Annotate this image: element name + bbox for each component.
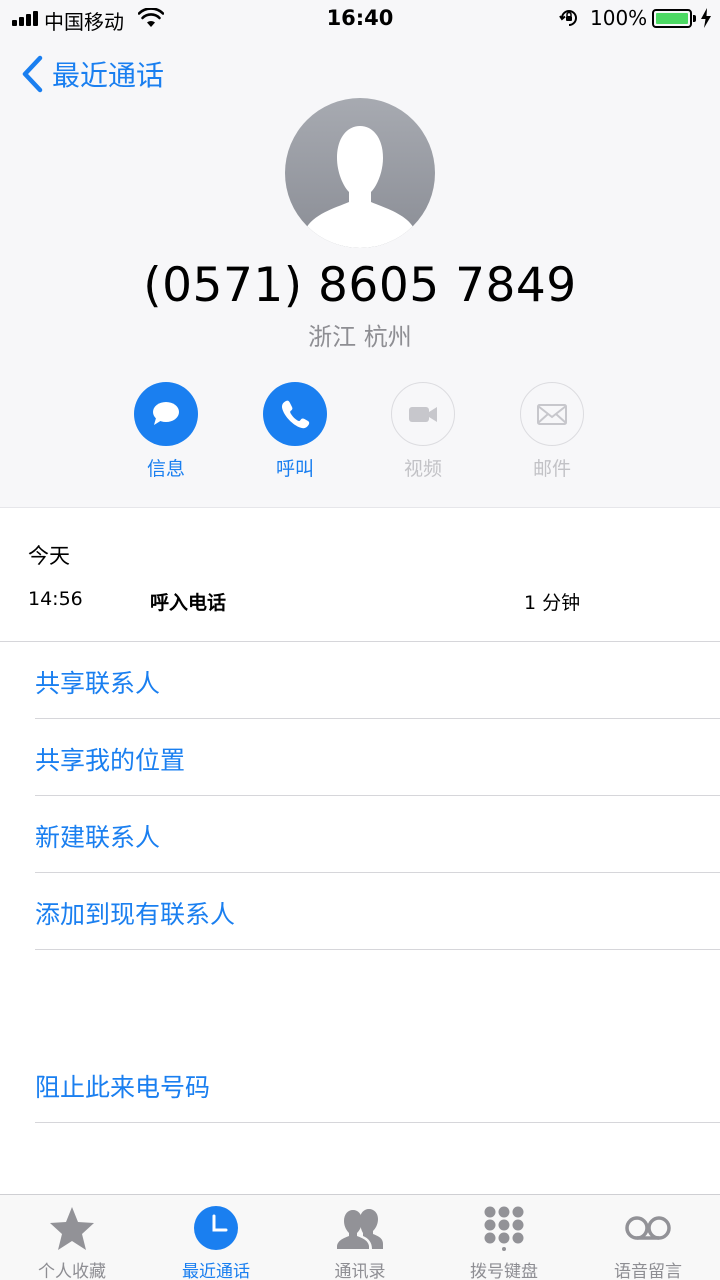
share-location-button[interactable]: 共享我的位置 (35, 719, 720, 796)
chevron-left-icon (22, 55, 43, 93)
video-label: 视频 (403, 458, 442, 480)
call-log-entry: 14:56 呼入电话 1 分钟 (0, 588, 720, 614)
video-icon (409, 407, 437, 422)
mail-label: 邮件 (532, 458, 571, 480)
share-contact-label: 共享联系人 (35, 669, 161, 698)
tab-label: 个人收藏 (38, 1262, 106, 1280)
call-log-day: 今天 (28, 544, 70, 568)
status-bar: 中国移动 16:40 100% (0, 0, 720, 38)
mail-button[interactable]: 邮件 (502, 382, 602, 481)
share-location-label: 共享我的位置 (35, 746, 186, 775)
call-button[interactable]: 呼叫 (245, 382, 345, 481)
clock-icon (194, 1206, 238, 1250)
rotation-lock-icon (559, 10, 577, 26)
message-label: 信息 (146, 458, 185, 480)
tab-label: 通讯录 (334, 1262, 386, 1280)
tab-label: 拨号键盘 (470, 1262, 538, 1280)
action-buttons: 信息 呼叫 视频 邮件 (0, 382, 720, 482)
call-type: 呼入电话 (150, 592, 227, 614)
phone-icon (281, 400, 310, 429)
share-contact-button[interactable]: 共享联系人 (35, 642, 720, 719)
tab-recents[interactable]: 最近通话 (144, 1195, 288, 1280)
keypad-icon (484, 1206, 524, 1251)
mail-icon (537, 404, 567, 425)
charging-icon (701, 8, 711, 28)
video-button[interactable]: 视频 (373, 382, 473, 481)
person-silhouette-icon (305, 126, 415, 248)
call-time: 14:56 (28, 588, 83, 610)
star-icon (50, 1207, 94, 1250)
message-button[interactable]: 信息 (116, 382, 216, 481)
tab-label: 最近通话 (182, 1262, 250, 1280)
block-caller-label: 阻止此来电号码 (35, 1073, 211, 1102)
tab-voicemail[interactable]: 语音留言 (576, 1195, 720, 1280)
tab-bar: 个人收藏 最近通话 通讯录 拨号键盘 语音留言 (0, 1194, 720, 1280)
contacts-icon (337, 1209, 383, 1249)
call-label: 呼叫 (275, 458, 314, 480)
tab-favorites[interactable]: 个人收藏 (0, 1195, 144, 1280)
create-contact-button[interactable]: 新建联系人 (35, 796, 720, 873)
phone-number: (0571) 8605 7849 (143, 258, 577, 313)
tab-keypad[interactable]: 拨号键盘 (432, 1195, 576, 1280)
battery-icon (652, 9, 696, 28)
back-label: 最近通话 (52, 59, 165, 92)
phone-location: 浙江 杭州 (308, 323, 412, 351)
voicemail-icon (625, 1216, 671, 1240)
tab-label: 语音留言 (614, 1262, 682, 1280)
back-button[interactable]: 最近通话 (20, 54, 164, 94)
block-caller-button[interactable]: 阻止此来电号码 (35, 1046, 720, 1123)
add-to-existing-contact-button[interactable]: 添加到现有联系人 (35, 873, 720, 950)
avatar (285, 98, 435, 248)
message-icon (153, 402, 179, 425)
add-to-existing-contact-label: 添加到现有联系人 (35, 900, 236, 929)
tab-contacts[interactable]: 通讯录 (288, 1195, 432, 1280)
battery-percent: 100% (590, 6, 648, 30)
create-contact-label: 新建联系人 (35, 823, 161, 852)
call-duration: 1 分钟 (524, 592, 581, 614)
